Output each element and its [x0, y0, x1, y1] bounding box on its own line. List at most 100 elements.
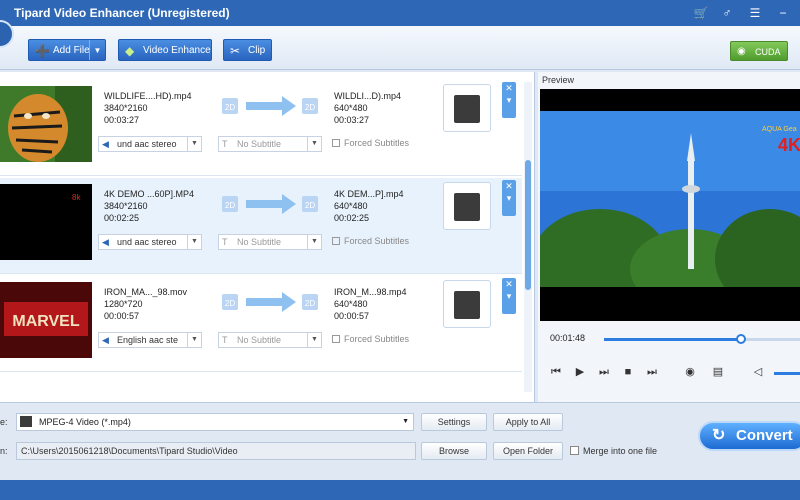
- checkbox-icon[interactable]: [332, 139, 340, 147]
- checkbox-icon[interactable]: [570, 446, 579, 455]
- output-format-button[interactable]: [443, 182, 491, 230]
- checkbox-icon[interactable]: [332, 335, 340, 343]
- checkbox-icon[interactable]: [332, 237, 340, 245]
- source-info: IRON_MA..._98.mov 1280*720 00:00:57: [104, 286, 187, 322]
- profile-select[interactable]: MPEG-4 Video (*.mp4) ▼: [16, 413, 414, 431]
- subtitle-select[interactable]: T No Subtitle ▼: [218, 234, 322, 250]
- open-folder-button[interactable]: Open Folder: [493, 442, 563, 460]
- row-controls[interactable]: ✕ ▾: [502, 278, 516, 314]
- chevron-down-icon[interactable]: ▼: [307, 333, 321, 347]
- preview-panel: Preview AQUA Gea 4K 00:01:48 ⏮ ▶ ⏭ ■ ⏭ ◉…: [538, 72, 800, 402]
- subtitle-value: No Subtitle: [237, 335, 282, 345]
- seek-handle[interactable]: [736, 334, 747, 344]
- file-list-scrollbar[interactable]: [524, 82, 532, 392]
- move-down-icon[interactable]: ▾: [502, 290, 516, 302]
- preview-screen[interactable]: AQUA Gea 4K: [540, 89, 800, 321]
- source-resolution: 1280*720: [104, 299, 143, 309]
- audio-track-select[interactable]: ◀ und aac stereo ▼: [98, 234, 202, 250]
- audio-track-value: und aac stereo: [117, 237, 177, 247]
- add-file-icon: ➕: [35, 44, 50, 58]
- chevron-down-icon[interactable]: ▼: [187, 333, 201, 347]
- output-resolution: 640*480: [334, 201, 368, 211]
- minimize-icon[interactable]: −: [774, 4, 792, 22]
- source-name: WILDLIFE....HD).mp4: [104, 91, 192, 101]
- badge-2d-target: 2D: [305, 201, 315, 210]
- output-name: WILDLI...D).mp4: [334, 91, 402, 101]
- audio-track-select[interactable]: ◀ English aac ste ▼: [98, 332, 202, 348]
- move-down-icon[interactable]: ▾: [502, 192, 516, 204]
- remove-icon[interactable]: ✕: [502, 82, 516, 94]
- preview-brand-text: AQUA Gea: [762, 126, 797, 133]
- forced-subtitles-checkbox[interactable]: Forced Subtitles: [332, 332, 409, 348]
- chevron-down-icon[interactable]: ▼: [187, 235, 201, 249]
- file-row[interactable]: 8k 4K DEMO ...60P].MP4 3840*2160 00:02:2…: [0, 178, 522, 274]
- profile-value: MPEG-4 Video (*.mp4): [39, 417, 131, 427]
- subtitle-value: No Subtitle: [237, 237, 282, 247]
- chevron-down-icon[interactable]: ▼: [187, 137, 201, 151]
- chevron-down-icon[interactable]: ▼: [402, 414, 409, 430]
- seek-fill: [604, 338, 742, 341]
- move-down-icon[interactable]: ▾: [502, 94, 516, 106]
- file-row[interactable]: WILDLIFE....HD).mp4 3840*2160 00:03:27 2…: [0, 80, 522, 176]
- clip-button[interactable]: ✂ Clip: [223, 39, 272, 61]
- prev-icon[interactable]: ⏮: [548, 364, 564, 380]
- menu-icon[interactable]: ☰: [746, 4, 764, 22]
- audio-track-select[interactable]: ◀ und aac stereo ▼: [98, 136, 202, 152]
- register-icon[interactable]: ♂: [718, 4, 736, 22]
- browse-button[interactable]: Browse: [421, 442, 487, 460]
- palette-icon: ◆: [125, 44, 135, 58]
- play-icon[interactable]: ▶: [572, 364, 588, 380]
- cuda-button[interactable]: ◉ CUDA: [730, 41, 788, 61]
- destination-field[interactable]: C:\Users\2015061218\Documents\Tipard Stu…: [16, 442, 416, 460]
- output-resolution: 640*480: [334, 103, 368, 113]
- snapshot-icon[interactable]: ◉: [682, 364, 698, 380]
- scissors-icon: ✂: [230, 44, 241, 58]
- seek-bar[interactable]: [604, 334, 800, 344]
- video-enhance-label: Video Enhance: [143, 45, 211, 56]
- speaker-icon: ◀: [102, 139, 109, 149]
- file-list: WILDLIFE....HD).mp4 3840*2160 00:03:27 2…: [0, 72, 535, 402]
- subtitle-select[interactable]: T No Subtitle ▼: [218, 332, 322, 348]
- subtitle-select[interactable]: T No Subtitle ▼: [218, 136, 322, 152]
- next-icon[interactable]: ⏭: [596, 364, 612, 380]
- forced-subtitles-checkbox[interactable]: Forced Subtitles: [332, 136, 409, 152]
- speaker-icon: ◀: [102, 237, 109, 247]
- source-info: WILDLIFE....HD).mp4 3840*2160 00:03:27: [104, 90, 192, 126]
- toolbar: ➕ Add File ▼ ◆ Video Enhance ✂ Clip: [0, 26, 800, 70]
- add-file-button[interactable]: ➕ Add File ▼: [28, 39, 106, 61]
- cart-icon[interactable]: 🛒: [692, 4, 710, 22]
- source-resolution: 3840*2160: [104, 103, 148, 113]
- output-format-button[interactable]: [443, 84, 491, 132]
- merge-checkbox[interactable]: Merge into one file: [570, 446, 657, 456]
- file-row[interactable]: MARVEL IRON_MA..._98.mov 1280*720 00:00:…: [0, 276, 522, 372]
- subtitle-value: No Subtitle: [237, 139, 282, 149]
- playback-progress[interactable]: 00:01:48: [538, 328, 800, 352]
- apply-to-all-button[interactable]: Apply to All: [493, 413, 563, 431]
- output-info: IRON_M...98.mp4 640*480 00:00:57: [334, 286, 407, 322]
- volume-slider[interactable]: [774, 372, 800, 375]
- row-controls[interactable]: ✕ ▾: [502, 180, 516, 216]
- output-format-button[interactable]: [443, 280, 491, 328]
- folder-icon[interactable]: ▤: [710, 364, 726, 380]
- scrollbar-thumb[interactable]: [525, 160, 531, 290]
- video-thumbnail-tiger: [0, 86, 92, 162]
- add-file-dropdown-icon[interactable]: ▼: [89, 40, 105, 60]
- source-resolution: 3840*2160: [104, 201, 148, 211]
- convert-button[interactable]: ↻ Convert: [698, 421, 800, 451]
- row-controls[interactable]: ✕ ▾: [502, 82, 516, 118]
- badge-2d-target: 2D: [305, 299, 315, 308]
- remove-icon[interactable]: ✕: [502, 278, 516, 290]
- forced-subtitles-checkbox[interactable]: Forced Subtitles: [332, 234, 409, 250]
- settings-button[interactable]: Settings: [421, 413, 487, 431]
- output-settings-panel: e: MPEG-4 Video (*.mp4) ▼ n: C:\Users\20…: [0, 402, 800, 480]
- chevron-down-icon[interactable]: ▼: [307, 235, 321, 249]
- remove-icon[interactable]: ✕: [502, 180, 516, 192]
- chevron-down-icon[interactable]: ▼: [307, 137, 321, 151]
- clip-label: Clip: [248, 45, 266, 56]
- cuda-label: CUDA: [755, 47, 781, 57]
- video-enhance-button[interactable]: ◆ Video Enhance: [118, 39, 212, 61]
- stop-icon[interactable]: ■: [620, 364, 636, 380]
- volume-icon[interactable]: ◁: [750, 364, 766, 380]
- end-icon[interactable]: ⏭: [644, 364, 660, 380]
- source-info: 4K DEMO ...60P].MP4 3840*2160 00:02:25: [104, 188, 194, 224]
